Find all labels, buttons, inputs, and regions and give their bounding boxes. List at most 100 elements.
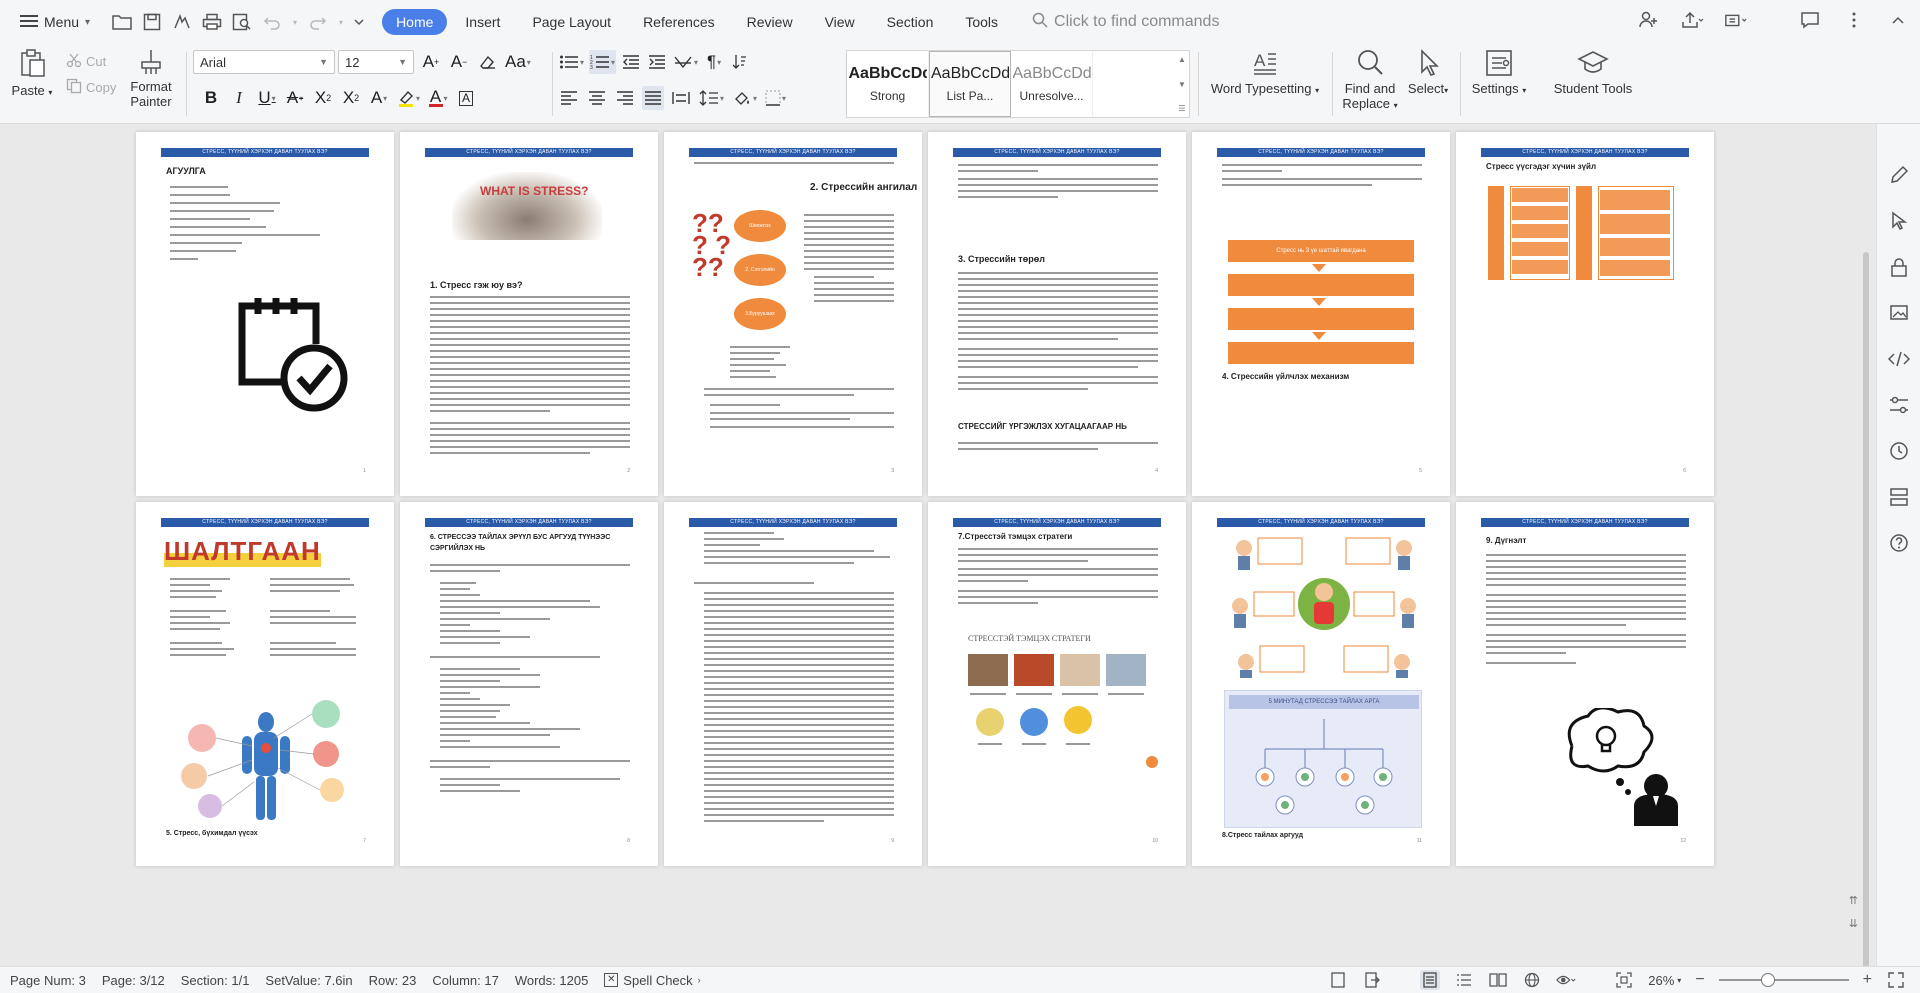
export-pdf-icon[interactable] bbox=[170, 10, 194, 34]
align-right-icon[interactable] bbox=[614, 86, 636, 110]
code-icon[interactable] bbox=[1887, 348, 1910, 370]
redo-icon[interactable] bbox=[306, 10, 330, 34]
text-direction-icon[interactable]: ▾ bbox=[672, 50, 699, 74]
font-color-icon[interactable]: A ▾ bbox=[427, 86, 449, 110]
help-icon[interactable] bbox=[1888, 532, 1910, 554]
copy-button[interactable]: Copy bbox=[66, 78, 116, 97]
settings-button[interactable]: Settings ▾ bbox=[1466, 48, 1532, 98]
web-view-icon[interactable] bbox=[1522, 970, 1542, 990]
print-preview-icon[interactable] bbox=[230, 10, 254, 34]
change-case-icon[interactable]: Aa ▾ bbox=[504, 50, 532, 74]
style-unresolved[interactable]: AaBbCcDd Unresolve... bbox=[1011, 51, 1093, 117]
edit-image-icon[interactable] bbox=[1888, 302, 1910, 324]
bullet-list-icon[interactable]: ▾ bbox=[558, 50, 585, 74]
style-list-paragraph[interactable]: AaBbCcDd List Pa... bbox=[929, 51, 1011, 117]
cut-button[interactable]: Cut bbox=[66, 52, 106, 71]
print-icon[interactable] bbox=[200, 10, 224, 34]
undo-dropdown-icon[interactable]: ▾ bbox=[290, 10, 300, 34]
chevron-double-down-icon[interactable]: ⇊ bbox=[1849, 917, 1858, 930]
numbered-list-icon[interactable]: 1 2 3 ▾ bbox=[589, 50, 617, 74]
chevron-up-icon[interactable]: ▲ bbox=[1178, 55, 1186, 64]
collapse-ribbon-icon[interactable] bbox=[1886, 8, 1910, 32]
page-thumbnail-4[interactable]: СТРЕСС, ТҮҮНИЙ ХЭРХЭН ДАВАН ТУУЛАХ ВЭ? 3… bbox=[928, 132, 1186, 496]
align-center-icon[interactable] bbox=[586, 86, 608, 110]
bold-icon[interactable]: B bbox=[200, 86, 222, 110]
tab-references[interactable]: References bbox=[629, 9, 729, 35]
scrollbar-thumb[interactable] bbox=[1863, 252, 1869, 972]
align-left-icon[interactable] bbox=[558, 86, 580, 110]
save-icon[interactable] bbox=[140, 10, 164, 34]
zoom-in-icon[interactable]: + bbox=[1863, 971, 1872, 989]
tab-view[interactable]: View bbox=[811, 9, 869, 35]
reading-view-icon[interactable] bbox=[1488, 970, 1508, 990]
eye-protection-icon[interactable] bbox=[1556, 970, 1576, 990]
customize-toolbar-icon[interactable] bbox=[352, 10, 366, 34]
italic-icon[interactable]: I bbox=[228, 86, 250, 110]
vertical-scrollbar[interactable] bbox=[1862, 252, 1870, 993]
sliders-icon[interactable] bbox=[1888, 394, 1910, 416]
fullscreen-icon[interactable] bbox=[1886, 970, 1906, 990]
increase-font-icon[interactable]: A + bbox=[420, 50, 442, 74]
page-view-icon[interactable] bbox=[1420, 970, 1441, 990]
page-thumbnail-7[interactable]: СТРЕСС, ТҮҮНИЙ ХЭРХЭН ДАВАН ТУУЛАХ ВЭ? Ш… bbox=[136, 502, 394, 866]
add-user-icon[interactable] bbox=[1636, 8, 1660, 32]
tab-tools[interactable]: Tools bbox=[951, 9, 1012, 35]
superscript-icon[interactable]: X2 bbox=[312, 86, 334, 110]
strikethrough-icon[interactable]: A ▾ bbox=[284, 86, 306, 110]
tab-insert[interactable]: Insert bbox=[451, 9, 514, 35]
paste-button[interactable]: Paste ▾ bbox=[10, 48, 54, 100]
export-icon[interactable] bbox=[1362, 970, 1382, 990]
decrease-indent-icon[interactable] bbox=[620, 50, 642, 74]
page-thumbnail-3[interactable]: СТРЕСС, ТҮҮНИЙ ХЭРХЭН ДАВАН ТУУЛАХ ВЭ? 2… bbox=[664, 132, 922, 496]
page-thumbnail-10[interactable]: СТРЕСС, ТҮҮНИЙ ХЭРХЭН ДАВАН ТУУЛАХ ВЭ? 7… bbox=[928, 502, 1186, 866]
page-thumbnail-11[interactable]: СТРЕСС, ТҮҮНИЙ ХЭРХЭН ДАВАН ТУУЛАХ ВЭ? 5… bbox=[1192, 502, 1450, 866]
sort-icon[interactable] bbox=[729, 50, 751, 74]
expand-styles-icon[interactable]: ☰ bbox=[1178, 104, 1185, 113]
borders-icon[interactable]: ▾ bbox=[764, 86, 787, 110]
style-strong[interactable]: AaBbCcDd Strong bbox=[847, 51, 929, 117]
pen-icon[interactable] bbox=[1888, 164, 1910, 186]
cursor-icon[interactable] bbox=[1888, 210, 1910, 232]
more-options-icon[interactable] bbox=[1842, 8, 1866, 32]
page-thumbnail-5[interactable]: СТРЕСС, ТҮҮНИЙ ХЭРХЭН ДАВАН ТУУЛАХ ВЭ? С… bbox=[1192, 132, 1450, 496]
status-words[interactable]: Words: 1205 bbox=[515, 973, 588, 988]
command-search[interactable]: Click to find commands bbox=[1032, 12, 1219, 33]
outline-view-icon[interactable] bbox=[1454, 970, 1474, 990]
highlight-icon[interactable]: ▾ bbox=[396, 86, 421, 110]
document-icon[interactable] bbox=[1328, 970, 1348, 990]
upload-cloud-icon[interactable] bbox=[1724, 8, 1748, 32]
chevron-double-up-icon[interactable]: ⇈ bbox=[1849, 894, 1858, 907]
fit-page-icon[interactable] bbox=[1614, 970, 1634, 990]
main-menu-button[interactable]: Menu ▾ bbox=[14, 8, 96, 36]
underline-icon[interactable]: U ▾ bbox=[256, 86, 278, 110]
comment-icon[interactable] bbox=[1798, 8, 1822, 32]
chevron-down-icon[interactable]: ▼ bbox=[1178, 80, 1186, 89]
font-name-select[interactable]: Arial ▼ bbox=[193, 50, 335, 74]
clear-format-icon[interactable] bbox=[476, 50, 498, 74]
page-thumbnail-6[interactable]: СТРЕСС, ТҮҮНИЙ ХЭРХЭН ДАВАН ТУУЛАХ ВЭ? С… bbox=[1456, 132, 1714, 496]
undo-icon[interactable] bbox=[260, 10, 284, 34]
shading-icon[interactable]: ▾ bbox=[731, 86, 758, 110]
select-button[interactable]: Select▾ bbox=[1404, 48, 1452, 98]
zoom-slider-knob[interactable] bbox=[1760, 973, 1775, 987]
zoom-out-icon[interactable]: − bbox=[1695, 971, 1704, 989]
line-spacing-icon[interactable]: ▾ bbox=[698, 86, 725, 110]
status-page[interactable]: Page: 3/12 bbox=[102, 973, 165, 988]
tab-section[interactable]: Section bbox=[873, 9, 948, 35]
styles-scroll[interactable]: ▲ ▼ ☰ bbox=[1175, 51, 1189, 117]
page-thumbnail-1[interactable]: СТРЕСС, ТҮҮНИЙ ХЭРХЭН ДАВАН ТУУЛАХ ВЭ? А… bbox=[136, 132, 394, 496]
word-typesetting-button[interactable]: A Word Typesetting ▾ bbox=[1206, 48, 1324, 98]
page-thumbnail-9[interactable]: СТРЕСС, ТҮҮНИЙ ХЭРХЭН ДАВАН ТУУЛАХ ВЭ? 9 bbox=[664, 502, 922, 866]
show-marks-icon[interactable]: ¶ ▾ bbox=[703, 50, 725, 74]
font-size-select[interactable]: 12 ▼ bbox=[338, 50, 414, 74]
spell-check-button[interactable]: ✕ Spell Check › bbox=[604, 973, 701, 988]
decrease-font-icon[interactable]: A − bbox=[448, 50, 470, 74]
justify-icon[interactable] bbox=[642, 86, 664, 110]
open-folder-icon[interactable] bbox=[110, 10, 134, 34]
text-effects-icon[interactable]: A ▾ bbox=[368, 86, 390, 110]
tab-review[interactable]: Review bbox=[733, 9, 807, 35]
document-workspace[interactable]: СТРЕСС, ТҮҮНИЙ ХЭРХЭН ДАВАН ТУУЛАХ ВЭ? А… bbox=[0, 124, 1920, 972]
distributed-align-icon[interactable] bbox=[670, 86, 692, 110]
character-border-icon[interactable]: A bbox=[455, 86, 477, 110]
subscript-icon[interactable]: X2 bbox=[340, 86, 362, 110]
